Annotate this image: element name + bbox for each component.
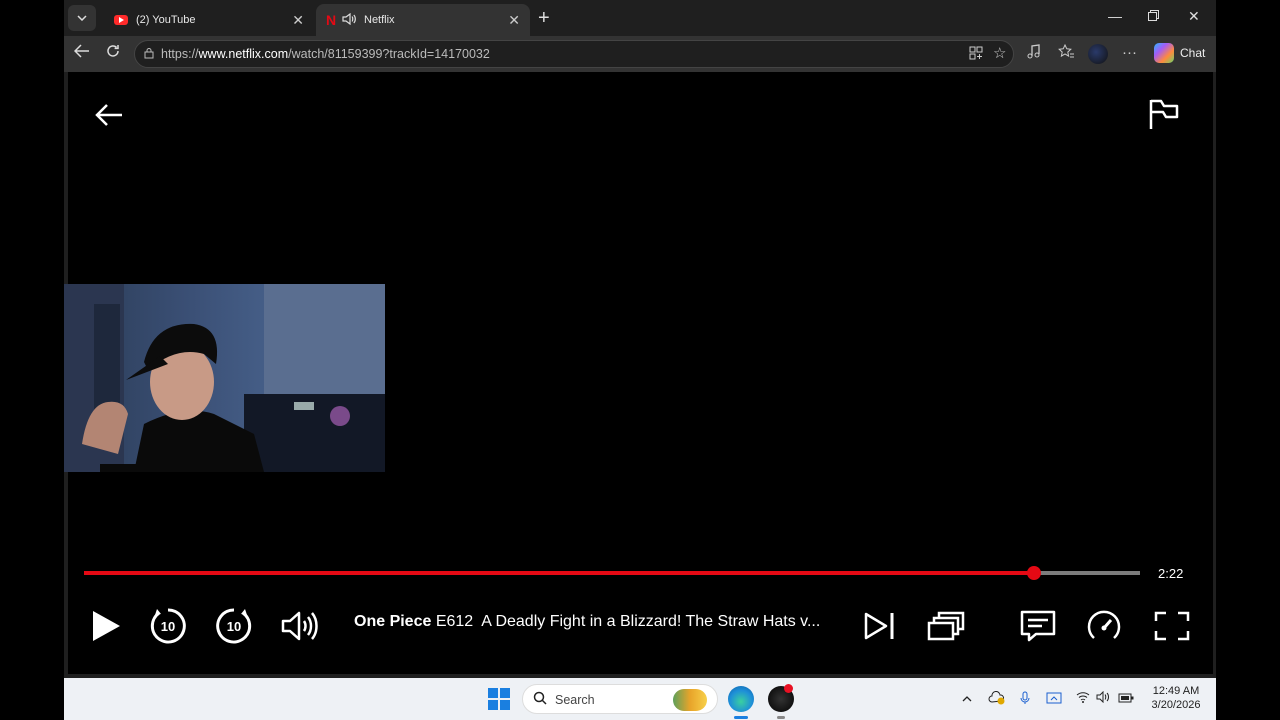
time-remaining: 2:22	[1158, 566, 1184, 581]
url-text[interactable]: https://www.netflix.com/watch/81159399?t…	[161, 47, 490, 61]
video-player[interactable]: 2:22 10 10 One Piece E612 A Deadly Fight…	[64, 72, 1213, 674]
episode-title-bar: One Piece E612 A Deadly Fight in a Blizz…	[354, 613, 839, 631]
obs-recording-badge	[784, 684, 793, 693]
back-icon[interactable]	[73, 44, 90, 63]
new-tab-icon[interactable]: +	[538, 8, 550, 28]
scrubber-handle[interactable]	[1027, 566, 1042, 580]
favorites-icon[interactable]	[1058, 43, 1074, 65]
app-available-icon[interactable]	[969, 46, 983, 65]
rewind-10-icon: 10	[150, 608, 186, 644]
site-info-icon[interactable]	[143, 47, 155, 62]
clock-date: 3/20/2026	[1151, 699, 1201, 711]
screen: (2) YouTube ✕ N Netflix ✕ + — ✕ https://…	[0, 0, 1280, 720]
copilot-chat-button[interactable]: Chat	[1154, 43, 1205, 63]
media-control-icon[interactable]	[1026, 44, 1042, 65]
show-title: One Piece	[354, 613, 432, 630]
speaker-icon[interactable]	[342, 12, 356, 28]
chevron-down-icon	[77, 15, 87, 21]
tab-title: (2) YouTube	[136, 14, 196, 26]
tab-youtube[interactable]: (2) YouTube ✕	[104, 4, 314, 36]
play-button[interactable]	[86, 606, 126, 646]
wifi-icon[interactable]	[1076, 691, 1090, 707]
subtitles-icon	[1020, 610, 1056, 642]
report-problem-flag-icon[interactable]	[1148, 98, 1180, 135]
browser-window: (2) YouTube ✕ N Netflix ✕ + — ✕ https://…	[64, 0, 1216, 678]
episode-title: A Deadly Fight in a Blizzard! The Straw …	[481, 613, 821, 630]
favorite-star-icon[interactable]: ☆	[993, 45, 1006, 63]
tab-actions-button[interactable]	[68, 5, 96, 31]
progress-bar[interactable]	[84, 566, 1140, 580]
taskbar-clock[interactable]: 12:49 AM 3/20/2026	[1148, 684, 1204, 712]
fullscreen-icon	[1154, 611, 1190, 641]
edge-running-indicator	[734, 716, 748, 719]
battery-icon[interactable]	[1118, 691, 1134, 707]
address-bar[interactable]: https://www.netflix.com/watch/81159399?t…	[134, 40, 1014, 68]
webcam-person-image	[64, 284, 385, 472]
onedrive-warning-icon[interactable]	[988, 691, 1006, 709]
more-options-icon[interactable]: ···	[1122, 44, 1137, 62]
clock-time: 12:49 AM	[1152, 685, 1200, 697]
edge-app-icon[interactable]	[728, 686, 754, 712]
next-episode-button[interactable]	[860, 606, 900, 646]
profile-avatar[interactable]	[1088, 44, 1108, 64]
episodes-button[interactable]	[926, 606, 966, 646]
episodes-icon	[927, 611, 965, 641]
episode-code: E612	[435, 613, 474, 630]
webcam-overlay	[64, 284, 385, 472]
next-episode-icon	[864, 612, 894, 640]
search-placeholder: Search	[555, 693, 595, 707]
copilot-icon	[1154, 43, 1174, 63]
taskbar-search[interactable]: Search	[522, 684, 718, 714]
start-button[interactable]	[488, 688, 510, 710]
forward-10-button[interactable]: 10	[214, 606, 254, 646]
svg-text:10: 10	[161, 619, 175, 634]
playback-speed-button[interactable]	[1084, 606, 1124, 646]
svg-text:10: 10	[227, 619, 241, 634]
play-icon	[93, 611, 120, 641]
show-hidden-icons-chevron-icon[interactable]	[962, 691, 972, 707]
search-icon	[533, 691, 547, 708]
speedometer-icon	[1087, 610, 1121, 639]
screen-capture-icon[interactable]	[1046, 691, 1062, 709]
tab-netflix[interactable]: N Netflix ✕	[316, 4, 530, 36]
forward-10-icon: 10	[216, 608, 252, 644]
netflix-icon: N	[326, 12, 337, 28]
restore-icon[interactable]	[1148, 8, 1159, 24]
chat-label: Chat	[1180, 46, 1206, 60]
youtube-icon	[114, 15, 128, 25]
browser-toolbar: https://www.netflix.com/watch/81159399?t…	[64, 36, 1216, 72]
volume-button[interactable]	[280, 606, 320, 646]
obs-running-indicator	[777, 716, 785, 719]
search-highlight-image	[673, 689, 707, 711]
tab-strip: (2) YouTube ✕ N Netflix ✕ + — ✕	[64, 0, 1216, 36]
progress-fill	[84, 571, 1035, 575]
back-to-browse-icon[interactable]	[94, 100, 124, 132]
volume-icon	[281, 611, 318, 641]
fullscreen-button[interactable]	[1152, 606, 1192, 646]
volume-tray-icon[interactable]	[1096, 690, 1110, 707]
subtitles-button[interactable]	[1018, 606, 1058, 646]
minimize-icon[interactable]: —	[1108, 8, 1122, 24]
refresh-icon[interactable]	[106, 44, 120, 63]
rewind-10-button[interactable]: 10	[148, 606, 188, 646]
tab-title: Netflix	[364, 14, 395, 26]
close-tab-icon[interactable]: ✕	[292, 12, 304, 29]
close-tab-icon[interactable]: ✕	[508, 12, 520, 29]
taskbar: Search 12:49 AM 3/20/2026	[64, 678, 1216, 720]
close-window-icon[interactable]: ✕	[1188, 8, 1200, 25]
microphone-icon[interactable]	[1020, 691, 1030, 709]
